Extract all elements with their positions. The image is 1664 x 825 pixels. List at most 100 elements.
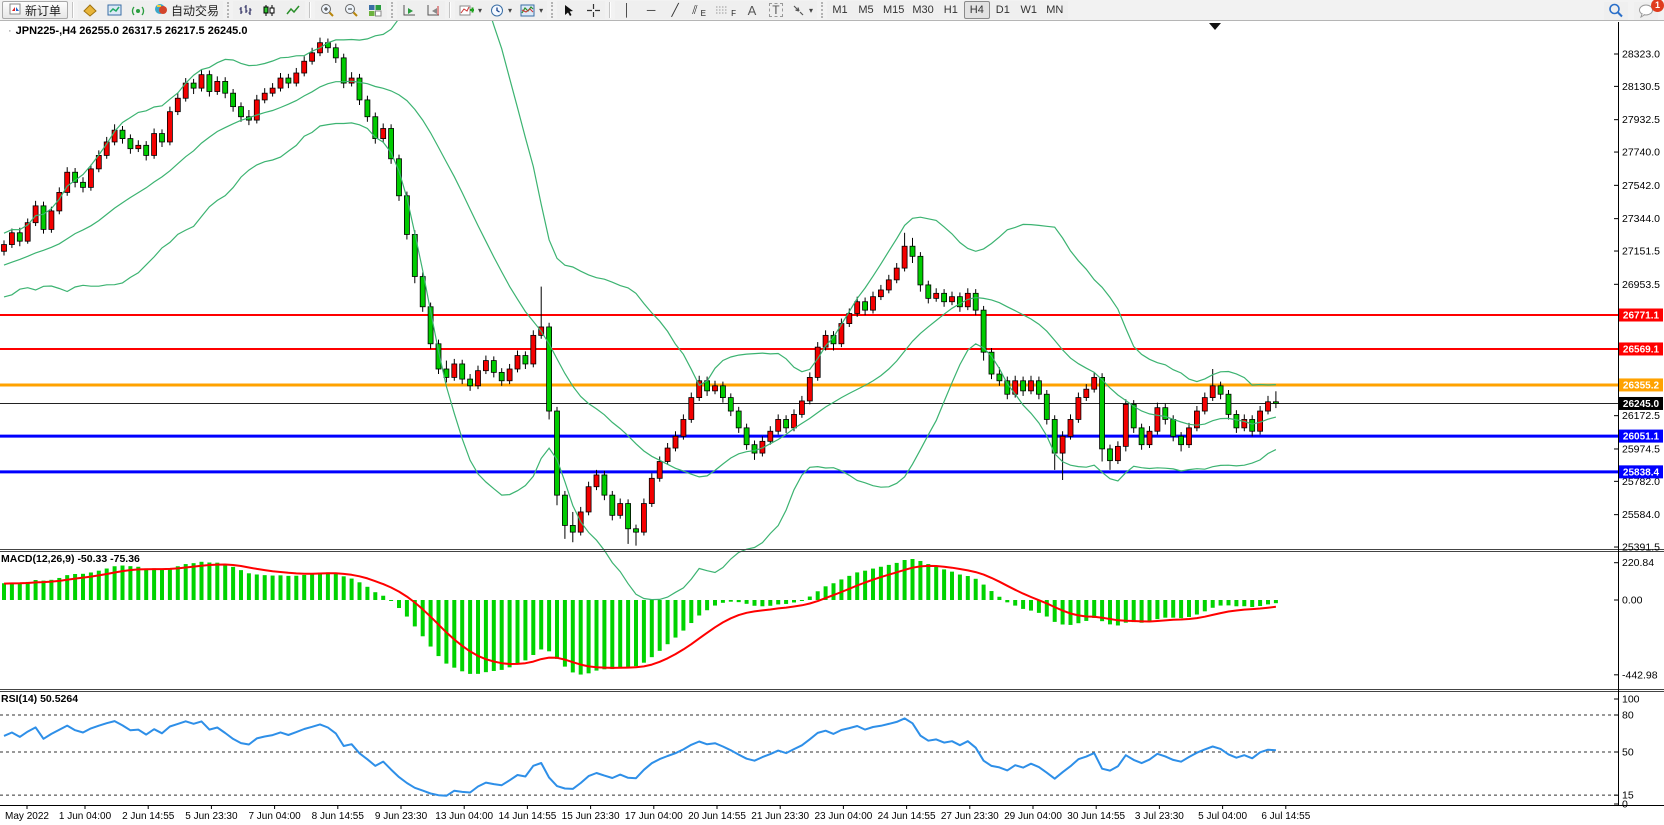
templates-icon [520,4,535,17]
new-order-icon [9,3,22,18]
toolbar-grip [391,2,393,18]
ohlc-readout: JPN225-,H4 26255.0 26317.5 26217.5 26245… [16,25,248,37]
toolbar-separator [309,2,311,18]
chart-shift-icon [426,4,441,17]
text-button[interactable]: A [740,1,764,19]
styler-button[interactable] [78,1,102,19]
autotrade-button[interactable]: 自动交易 [150,1,223,19]
autotrade-label: 自动交易 [171,2,219,19]
arrows-button[interactable]: ▾ [788,1,817,19]
crosshair-button[interactable] [581,1,605,19]
svg-text:26051.1: 26051.1 [1623,432,1660,443]
svg-text:17 Jun 04:00: 17 Jun 04:00 [625,811,683,822]
svg-text:21 Jun 23:30: 21 Jun 23:30 [751,811,809,822]
timeframe-m5-button[interactable]: M5 [853,1,879,19]
line-chart-button[interactable] [281,1,305,19]
svg-text:1 Jun 04:00: 1 Jun 04:00 [59,811,112,822]
clock-icon [490,4,504,17]
candlestick-button[interactable] [257,1,281,19]
indicators-button[interactable]: ▾ [455,1,486,19]
svg-text:220.84: 220.84 [1622,557,1654,569]
timeframe-mn-button[interactable]: MN [1042,1,1068,19]
terminal-window: 新订单 自动交易 [0,0,1664,825]
timeframe-m15-button[interactable]: M15 [879,1,908,19]
zoom-out-button[interactable] [339,1,363,19]
market-watch-button[interactable] [102,1,126,19]
vertical-line-button[interactable]: │ [615,1,639,19]
svg-text:25838.4: 25838.4 [1623,467,1660,478]
trendline-icon: ╱ [671,4,678,16]
autotrade-icon [154,2,168,18]
signals-button[interactable] [126,1,150,19]
toolbar-grip [227,2,229,18]
svg-text:26569.1: 26569.1 [1623,344,1660,355]
tile-windows-button[interactable] [363,1,387,19]
arrows-icon [792,4,805,16]
svg-text:26771.1: 26771.1 [1623,310,1660,321]
chart-symbol-line: ·JPN225-,H4 26255.0 26317.5 26217.5 2624… [8,25,247,37]
svg-text:9 Jun 23:30: 9 Jun 23:30 [375,811,428,822]
timeframe-w1-button[interactable]: W1 [1016,1,1042,19]
tile-windows-icon [368,4,382,17]
timeframe-m1-button[interactable]: M1 [827,1,853,19]
svg-text:50: 50 [1622,747,1634,759]
toolbar-separator [449,2,451,18]
svg-text:25391.5: 25391.5 [1622,542,1660,554]
timeframe-h4-button[interactable]: H4 [964,1,990,19]
svg-text:0: 0 [1622,799,1628,811]
auto-scroll-icon [402,4,417,17]
svg-text:24 Jun 14:55: 24 Jun 14:55 [878,811,936,822]
svg-text:May 2022: May 2022 [5,811,49,822]
line-chart-icon [286,4,300,17]
svg-text:6 Jul 14:55: 6 Jul 14:55 [1261,811,1310,822]
indicators-icon [459,4,474,17]
new-order-button[interactable]: 新订单 [2,1,68,19]
svg-text:25584.0: 25584.0 [1622,509,1660,521]
cursor-button[interactable] [557,1,581,19]
search-button[interactable] [1604,2,1628,20]
bar-chart-button[interactable] [233,1,257,19]
toolbar-separator [72,2,74,18]
svg-text:100: 100 [1622,694,1640,706]
toolbar-grip [821,2,823,18]
toolbar: 新订单 自动交易 [0,0,1664,21]
timeframe-h1-button[interactable]: H1 [938,1,964,19]
fibonacci-button[interactable]: F [711,1,740,19]
svg-text:5 Jul 04:00: 5 Jul 04:00 [1198,811,1247,822]
horizontal-line-button[interactable]: ─ [639,1,663,19]
chart-canvas[interactable]: 28323.028130.527932.527740.027542.027344… [0,0,1664,825]
bar-chart-icon [238,4,252,17]
templates-button[interactable]: ▾ [516,1,547,19]
timeframe-d1-button[interactable]: D1 [990,1,1016,19]
svg-text:26953.5: 26953.5 [1622,279,1660,291]
chevron-down-icon: ▾ [809,6,813,15]
fibonacci-icon [715,5,728,16]
zoom-in-button[interactable] [315,1,339,19]
crosshair-icon [587,4,600,17]
equidistant-channel-button[interactable]: ⫽E [687,1,711,19]
svg-text:27542.0: 27542.0 [1622,180,1660,192]
timeframe-m30-button[interactable]: M30 [908,1,937,19]
svg-text:-442.98: -442.98 [1622,669,1658,681]
notification-badge: 1 [1651,0,1664,12]
svg-text:26172.5: 26172.5 [1622,410,1660,422]
chevron-down-icon: ▾ [478,6,482,15]
svg-text:28323.0: 28323.0 [1622,49,1660,61]
chart-shift-button[interactable] [421,1,445,19]
trendline-button[interactable]: ╱ [663,1,687,19]
svg-text:14 Jun 14:55: 14 Jun 14:55 [498,811,556,822]
svg-text:0.00: 0.00 [1622,595,1643,607]
text-label-icon: T [769,3,782,17]
auto-scroll-button[interactable] [397,1,421,19]
new-order-label: 新订单 [25,2,61,19]
periods-button[interactable]: ▾ [486,1,516,19]
text-label-button[interactable]: T [764,1,788,19]
fibo-sub-label: F [731,9,736,18]
notifications-button[interactable]: 1 [1634,2,1658,20]
toolbar-grip [551,2,553,18]
svg-text:27151.5: 27151.5 [1622,246,1660,258]
macd-indicator-label: MACD(12,26,9) -50.33 -75.36 [1,553,140,565]
svg-text:13 Jun 04:00: 13 Jun 04:00 [435,811,493,822]
svg-text:15 Jun 23:30: 15 Jun 23:30 [562,811,620,822]
svg-text:23 Jun 04:00: 23 Jun 04:00 [814,811,872,822]
